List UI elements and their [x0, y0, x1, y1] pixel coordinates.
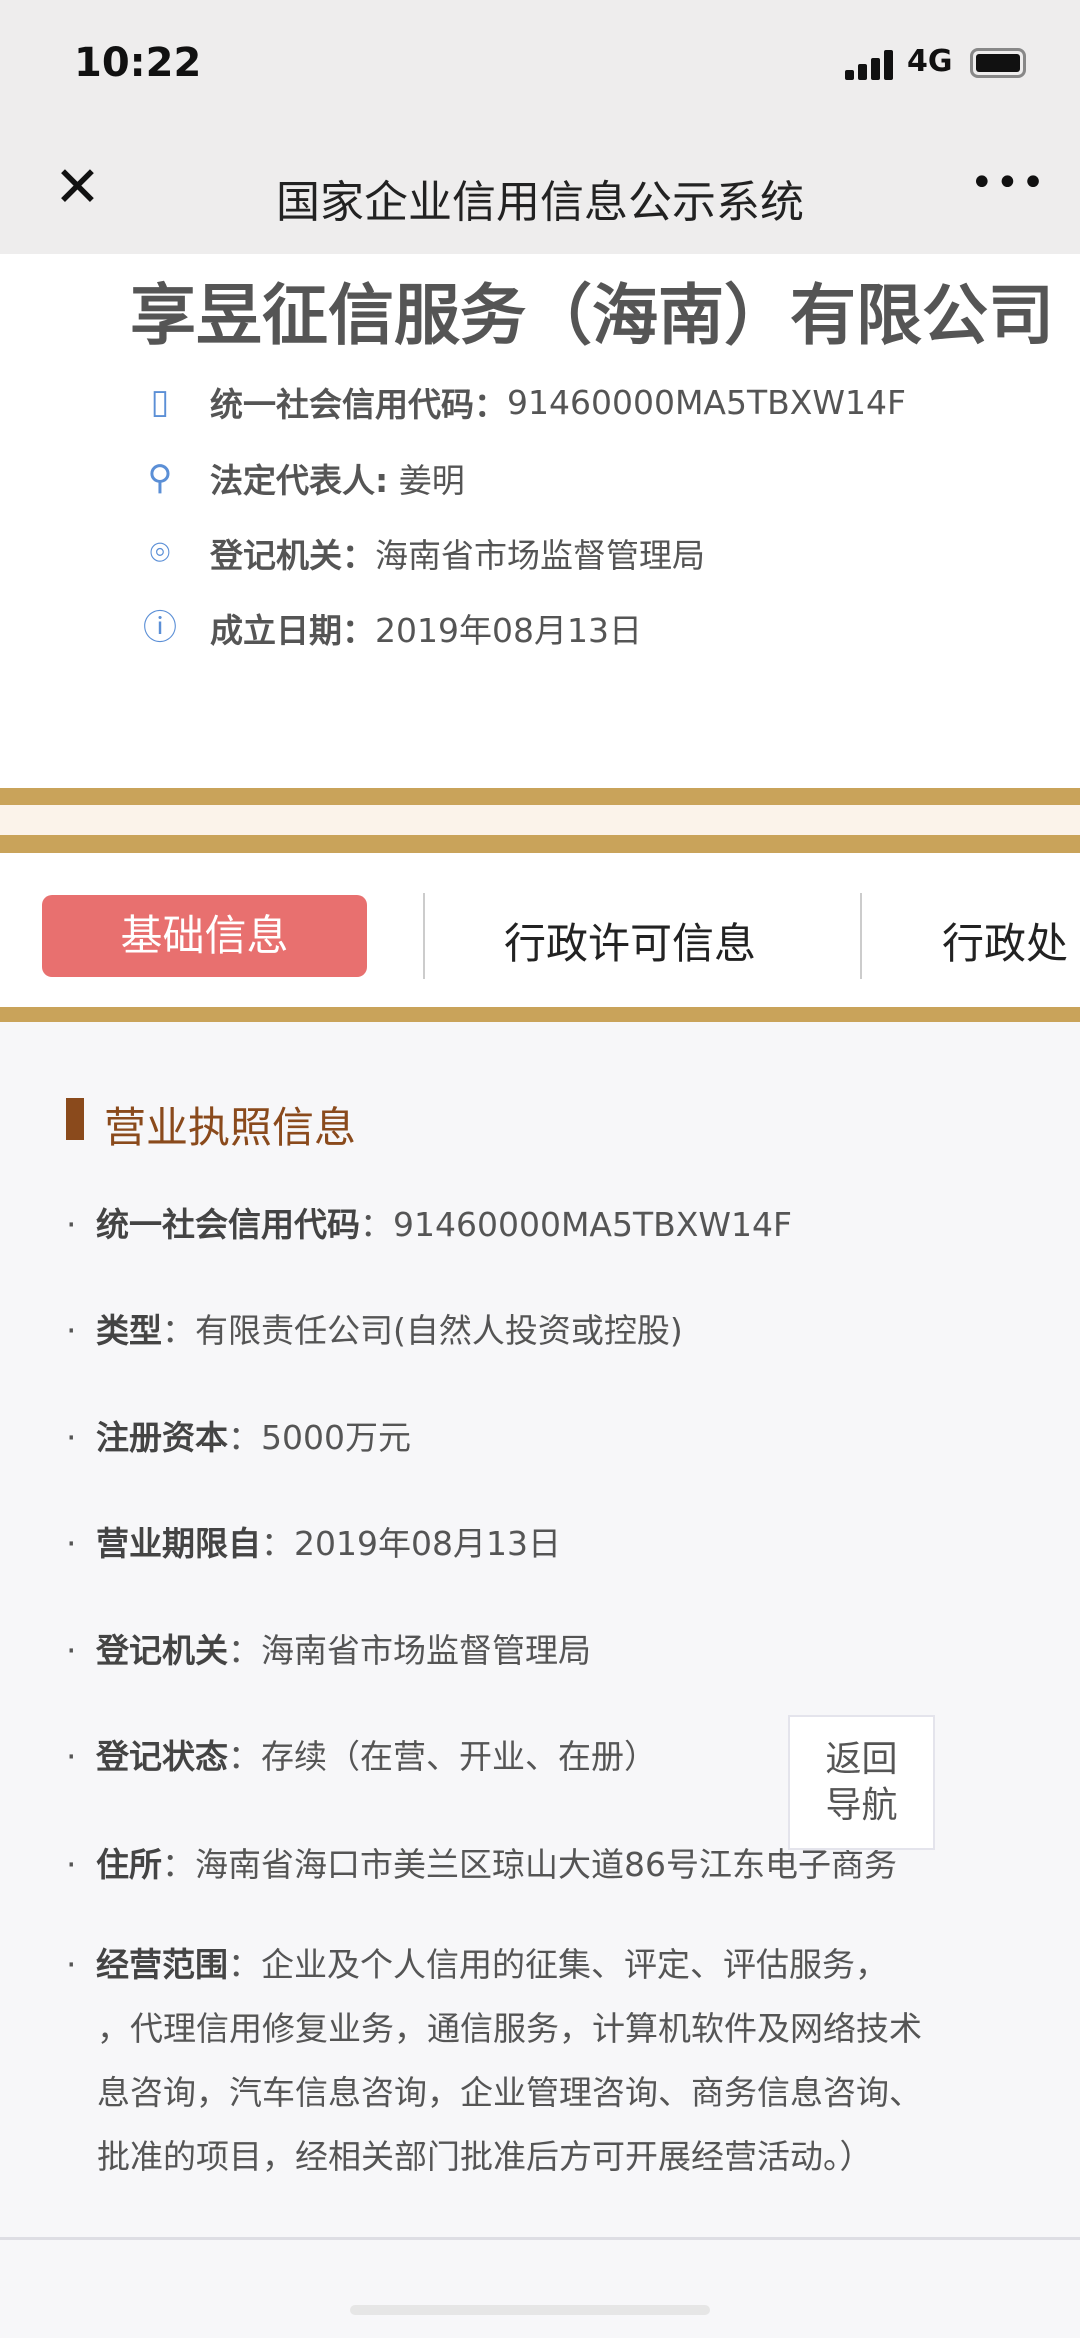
row-address: · 住所：海南省海口市美兰区琼山大道86号江东电子商务	[66, 1845, 897, 1884]
company-name: 享昱征信服务（海南）有限公司	[130, 277, 1054, 354]
scope-line: 息咨询，汽车信息咨询，企业管理咨询、商务信息咨询、	[97, 2073, 922, 2112]
info-authority: ⌾ 登记机关： 海南省市场监督管理局	[138, 529, 705, 577]
info-credit-code: ▯ 统一社会信用代码： 91460000MA5TBXW14F	[138, 378, 906, 426]
location-pin-icon: ⌾	[149, 533, 171, 573]
value: 2019年08月13日	[375, 611, 642, 650]
label: 登记机关：	[210, 536, 375, 575]
row-status: · 登记状态：存续（在营、开业、在册）	[66, 1737, 657, 1776]
label: 导航	[825, 1785, 898, 1826]
section-title: 营业执照信息	[104, 1103, 357, 1152]
scope-line: ，代理信用修复业务，通信服务，计算机软件及网络技术	[97, 2009, 922, 2048]
scope-line: 批准的项目，经相关部门批准后方可开展经营活动。）	[97, 2137, 873, 2176]
band	[0, 805, 1080, 835]
label: 法定代表人:	[210, 461, 389, 500]
gold-divider	[0, 1007, 1080, 1022]
divider	[0, 2237, 1080, 2240]
row-capital: · 注册资本：5000万元	[66, 1418, 411, 1457]
info-legal-rep: ⚲ 法定代表人: 姜明	[138, 454, 465, 502]
tab-divider	[423, 893, 425, 979]
section-marker	[66, 1098, 84, 1140]
row-authority: · 登记机关：海南省市场监督管理局	[66, 1631, 591, 1670]
gold-divider	[0, 788, 1080, 805]
tab-basic-info[interactable]: 基础信息	[42, 895, 367, 977]
row-credit-code: · 统一社会信用代码：91460000MA5TBXW14F	[66, 1205, 793, 1244]
page-title: 国家企业信用信息公示系统	[276, 177, 804, 228]
tab-admin-penalty[interactable]: 行政处	[942, 910, 1068, 971]
status-time: 10:22	[74, 40, 202, 86]
value: 姜明	[398, 461, 465, 500]
back-to-nav-button[interactable]: 返回 导航	[788, 1715, 935, 1850]
more-icon[interactable]: •••	[970, 160, 1047, 206]
value: 海南省市场监督管理局	[375, 536, 705, 575]
gold-divider	[0, 835, 1080, 853]
tab-divider	[860, 893, 862, 979]
network-label: 4G	[907, 44, 953, 79]
book-icon: ▯	[150, 382, 170, 422]
person-icon: ⚲	[147, 458, 173, 498]
info-founded: ⓘ 成立日期： 2019年08月13日	[138, 604, 642, 652]
row-type: · 类型：有限责任公司(自然人投资或控股)	[66, 1311, 683, 1350]
row-scope: · 经营范围：企业及个人信用的征集、评定、评估服务，	[66, 1945, 888, 1984]
info-icon: ⓘ	[143, 608, 177, 648]
signal-icon	[845, 50, 897, 80]
row-term: · 营业期限自：2019年08月13日	[66, 1524, 561, 1563]
tab-admin-license[interactable]: 行政许可信息	[504, 910, 756, 971]
label: 返回	[825, 1739, 898, 1780]
battery-icon	[970, 48, 1026, 78]
label: 统一社会信用代码：	[210, 385, 507, 424]
label: 成立日期：	[210, 611, 375, 650]
home-indicator	[350, 2305, 710, 2315]
value: 91460000MA5TBXW14F	[507, 382, 907, 422]
